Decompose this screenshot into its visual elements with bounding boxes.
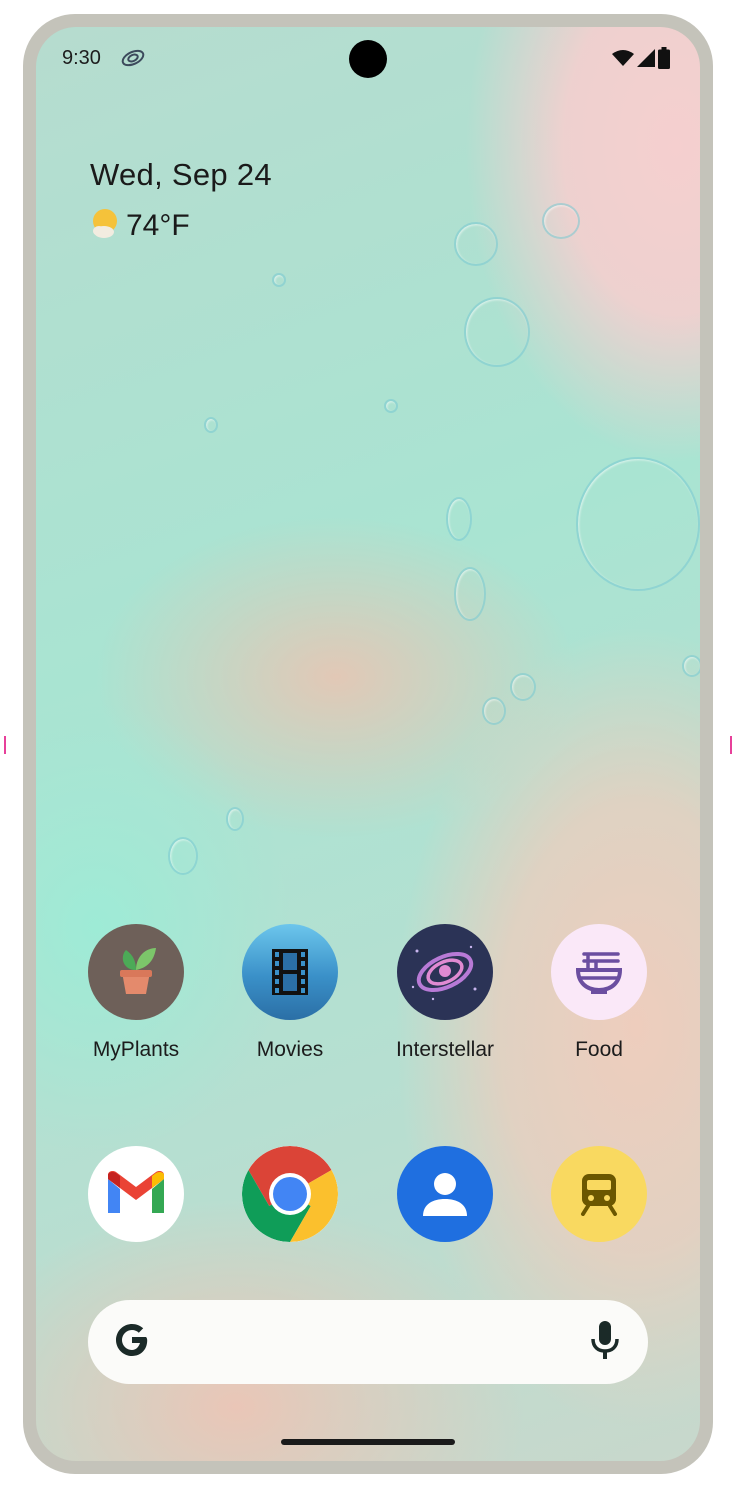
glance-weather[interactable]: 74°F bbox=[90, 207, 190, 244]
microphone-icon[interactable] bbox=[590, 1319, 620, 1366]
wallpaper-bubble bbox=[446, 497, 472, 541]
edge-mark-right bbox=[730, 736, 732, 754]
wallpaper-bubble bbox=[454, 222, 498, 266]
signal-icon bbox=[637, 49, 655, 72]
app-label: MyPlants bbox=[92, 1038, 180, 1061]
battery-icon bbox=[658, 47, 670, 74]
contacts-icon[interactable] bbox=[397, 1146, 493, 1242]
wallpaper-bubble bbox=[272, 273, 286, 287]
wallpaper-bubble bbox=[384, 399, 398, 413]
train-icon[interactable] bbox=[551, 1146, 647, 1242]
noodle-bowl-icon[interactable] bbox=[551, 924, 647, 1020]
galaxy-icon[interactable] bbox=[397, 924, 493, 1020]
potted-plant-icon[interactable] bbox=[88, 924, 184, 1020]
film-strip-icon[interactable] bbox=[242, 924, 338, 1020]
temperature: 74°F bbox=[126, 208, 190, 242]
front-camera bbox=[349, 40, 387, 78]
gesture-nav-handle[interactable] bbox=[281, 1439, 455, 1445]
status-icons bbox=[612, 47, 670, 74]
wallpaper-bubble bbox=[542, 203, 580, 239]
wallpaper-bubble bbox=[168, 837, 198, 875]
app-interstellar[interactable]: Interstellar bbox=[375, 924, 515, 1062]
chrome-icon[interactable] bbox=[242, 1146, 338, 1242]
wallpaper-bubble bbox=[204, 417, 218, 433]
home-screen: 9:30 Wed, Sep 24 74°F MyPlants Movies In… bbox=[36, 27, 700, 1461]
wallpaper-bubble bbox=[454, 567, 486, 621]
search-bar[interactable] bbox=[88, 1300, 648, 1384]
wallpaper-bubble bbox=[682, 655, 700, 677]
wallpaper-bubble bbox=[464, 297, 530, 367]
wallpaper-bubble bbox=[510, 673, 536, 701]
app-food[interactable]: Food bbox=[529, 924, 669, 1062]
glance-date[interactable]: Wed, Sep 24 bbox=[90, 157, 272, 193]
status-time: 9:30 bbox=[62, 47, 101, 69]
app-movies[interactable]: Movies bbox=[220, 924, 360, 1062]
wifi-icon bbox=[612, 49, 634, 72]
edge-mark-left bbox=[4, 736, 6, 754]
gmail-icon[interactable] bbox=[88, 1146, 184, 1242]
wallpaper-bubble bbox=[482, 697, 506, 725]
app-myplants[interactable]: MyPlants bbox=[66, 924, 206, 1062]
galaxy-swirl-icon bbox=[120, 47, 146, 69]
google-g-icon[interactable] bbox=[112, 1320, 152, 1365]
app-label: Movies bbox=[256, 1038, 324, 1061]
app-label: Food bbox=[575, 1038, 623, 1061]
app-label: Interstellar bbox=[395, 1038, 495, 1061]
wallpaper-bubble bbox=[576, 457, 700, 591]
sun-cloud-icon bbox=[90, 207, 120, 244]
wallpaper-bubble bbox=[226, 807, 244, 831]
